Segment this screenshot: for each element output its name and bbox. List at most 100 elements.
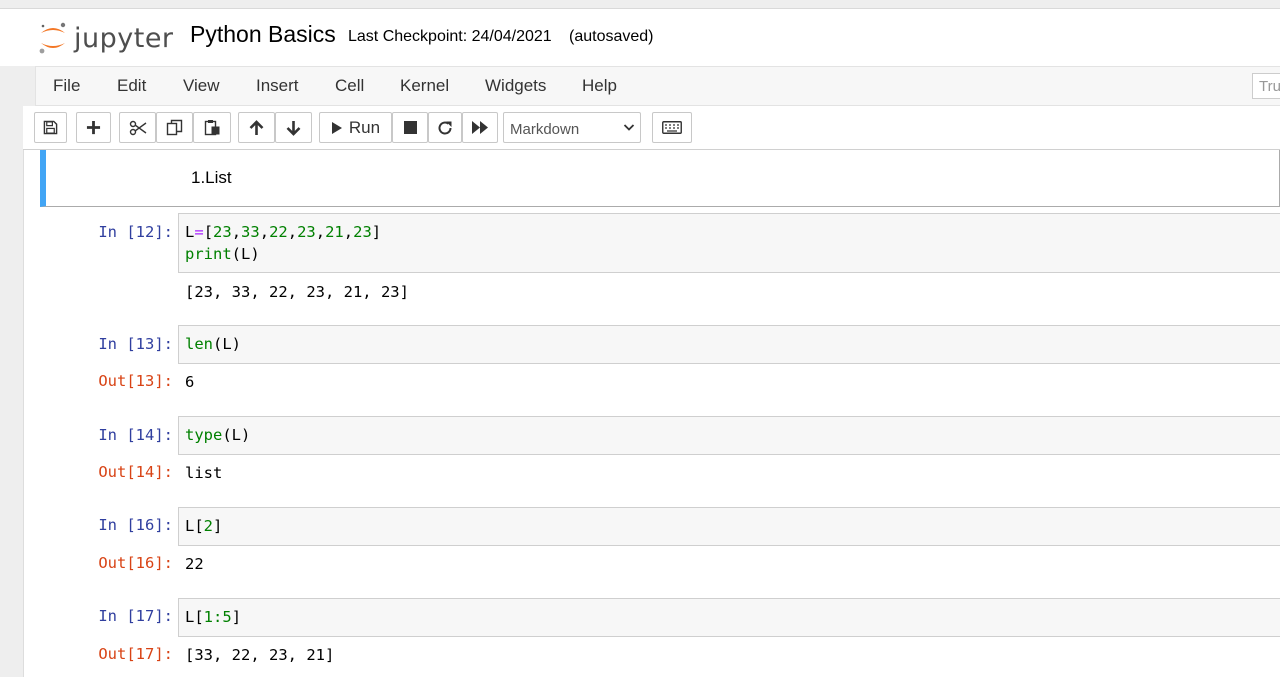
arrow-up-icon — [249, 119, 264, 135]
code-token: (L) — [213, 335, 241, 353]
output-prompt: Out[14]: — [98, 463, 173, 481]
code-token: 33 — [241, 223, 260, 241]
code-token: ] — [371, 223, 382, 241]
play-icon — [331, 121, 342, 134]
code-token: 21 — [325, 223, 344, 241]
code-line: L[2] — [185, 517, 222, 535]
code-token: 1 — [203, 608, 214, 626]
menu-kernel[interactable]: Kernel — [400, 76, 449, 96]
cut-button[interactable] — [119, 112, 156, 143]
input-prompt: In [17]: — [98, 607, 173, 625]
code-cell-input[interactable]: L[1:5] — [178, 598, 1280, 637]
input-prompt: In [13]: — [98, 335, 173, 353]
code-token: 23 — [213, 223, 232, 241]
code-token: [ — [203, 223, 214, 241]
cell-type-value: Markdown — [510, 121, 580, 138]
copy-button[interactable] — [156, 112, 193, 143]
chevron-down-icon — [623, 124, 635, 131]
code-token: L — [185, 223, 195, 241]
interrupt-kernel-button[interactable] — [392, 112, 428, 143]
move-down-button[interactable] — [275, 112, 312, 143]
paste-button[interactable] — [193, 112, 231, 143]
code-line: len(L) — [185, 335, 241, 353]
code-line: L=[23,33,22,23,21,23] — [185, 223, 381, 241]
restart-icon — [438, 121, 452, 134]
notebook-title[interactable]: Python Basics — [190, 21, 336, 48]
restart-kernel-button[interactable] — [428, 112, 462, 143]
code-token: (L) — [231, 245, 260, 263]
command-palette-button[interactable] — [652, 112, 692, 143]
arrow-down-icon — [286, 120, 301, 136]
notebook-container: 1.List In [12]: L=[23,33,22,23,21,23] pr… — [23, 150, 1280, 677]
code-cell-input[interactable]: L[2] — [178, 507, 1280, 546]
toolbar: Run Markdown — [23, 106, 1280, 150]
code-token: type — [185, 426, 223, 444]
code-token: 2 — [203, 517, 214, 535]
menu-file[interactable]: File — [53, 76, 80, 96]
code-token: , — [231, 223, 242, 241]
run-label: Run — [348, 117, 381, 137]
paste-icon — [204, 120, 219, 136]
trusted-indicator[interactable]: Trusted — [1252, 73, 1280, 99]
cell-output: 22 — [185, 555, 204, 573]
code-line: type(L) — [185, 426, 250, 444]
code-cell-input[interactable]: type(L) — [178, 416, 1280, 455]
input-prompt: In [14]: — [98, 426, 173, 444]
stop-icon — [403, 121, 417, 134]
plus-icon — [86, 120, 101, 135]
keyboard-icon — [662, 121, 682, 134]
code-token: L[ — [185, 608, 204, 626]
notebook-header: jupyter Python Basics Last Checkpoint: 2… — [0, 8, 1280, 66]
menu-widgets[interactable]: Widgets — [485, 76, 546, 96]
cell-output: [33, 22, 23, 21] — [185, 646, 335, 664]
logo-text: jupyter — [74, 22, 174, 54]
code-token: 23 — [353, 223, 372, 241]
insert-cell-button[interactable] — [76, 112, 111, 143]
code-token: , — [315, 223, 326, 241]
cell-output: list — [185, 464, 223, 482]
notebook-left-border — [23, 150, 24, 677]
menu-view[interactable]: View — [183, 76, 220, 96]
cell-output: 6 — [185, 373, 195, 391]
code-token: ] — [231, 608, 242, 626]
menu-cell[interactable]: Cell — [335, 76, 364, 96]
code-token: len — [185, 335, 213, 353]
code-token: L[ — [185, 517, 204, 535]
copy-icon — [166, 119, 183, 136]
jupyter-logo-icon — [38, 21, 68, 55]
code-token: 5 — [222, 608, 232, 626]
fast-forward-icon — [472, 121, 488, 134]
output-prompt: Out[17]: — [98, 645, 173, 663]
code-token: 23 — [297, 223, 316, 241]
code-token: print — [185, 245, 232, 263]
markdown-heading: 1.List — [191, 168, 232, 187]
jupyter-logo[interactable]: jupyter — [38, 18, 174, 58]
code-token: 22 — [269, 223, 288, 241]
code-token: = — [194, 223, 204, 241]
cell-type-select[interactable]: Markdown — [503, 112, 641, 143]
code-token: (L) — [222, 426, 251, 444]
last-checkpoint: Last Checkpoint: 24/04/2021 — [348, 28, 552, 45]
move-up-button[interactable] — [238, 112, 275, 143]
code-line: print(L) — [185, 245, 260, 263]
output-prompt: Out[16]: — [98, 554, 173, 572]
code-cell-input[interactable]: L=[23,33,22,23,21,23] print(L) — [178, 213, 1280, 273]
code-cell-input[interactable]: len(L) — [178, 325, 1280, 364]
restart-run-all-button[interactable] — [462, 112, 498, 143]
code-token: ] — [213, 517, 223, 535]
markdown-cell-selected[interactable]: 1.List — [40, 150, 1280, 207]
run-button[interactable]: Run — [319, 112, 392, 143]
menu-edit[interactable]: Edit — [117, 76, 146, 96]
input-prompt: In [16]: — [98, 516, 173, 534]
output-prompt: Out[13]: — [98, 372, 173, 390]
code-token: : — [213, 608, 223, 626]
code-token: , — [259, 223, 270, 241]
input-prompt: In [12]: — [98, 223, 173, 241]
save-button[interactable] — [34, 112, 67, 143]
menu-help[interactable]: Help — [582, 76, 617, 96]
menubar: File Edit View Insert Cell Kernel Widget… — [35, 66, 1280, 106]
menu-insert[interactable]: Insert — [256, 76, 299, 96]
code-token: , — [343, 223, 354, 241]
scissors-icon — [129, 120, 146, 135]
code-token: , — [287, 223, 298, 241]
